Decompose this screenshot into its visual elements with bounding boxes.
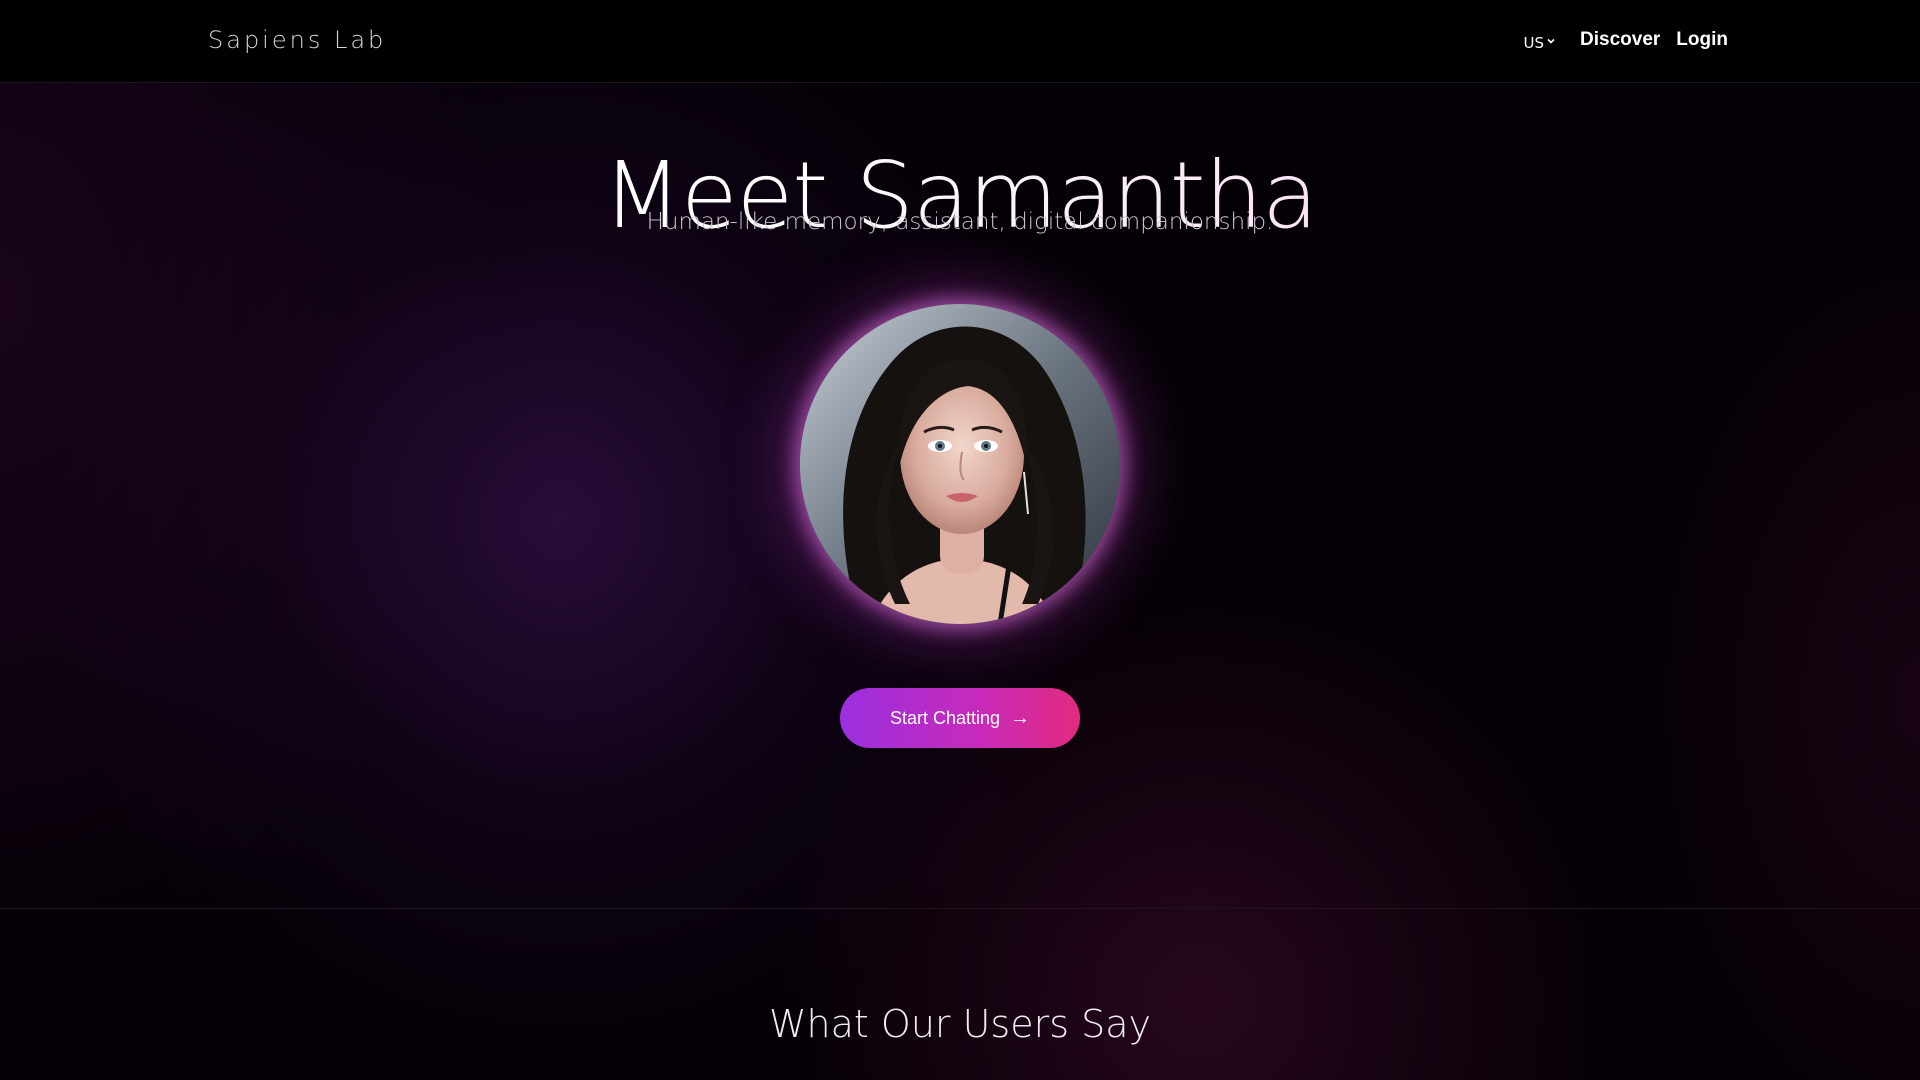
testimonials-title: What Our Users Say xyxy=(768,1001,1151,1046)
chevron-down-icon xyxy=(1547,38,1555,44)
hero-title: Meet Samantha xyxy=(0,136,1920,256)
avatar xyxy=(800,304,1120,624)
section-divider xyxy=(0,908,1920,909)
arrow-right-icon: → xyxy=(1010,707,1031,729)
nav-link-login[interactable]: Login xyxy=(1676,29,1728,51)
start-chatting-label: Start Chatting xyxy=(889,707,1001,728)
locale-selector[interactable]: US xyxy=(1524,28,1557,52)
avatar-portrait xyxy=(800,304,1120,624)
navbar: Sapiens Lab US Discover Login xyxy=(0,0,1920,83)
nav-menu: US Discover Login xyxy=(1524,28,1729,52)
nav-link-discover[interactable]: Discover xyxy=(1580,29,1660,51)
locale-label: US xyxy=(1523,34,1545,52)
brand-logo[interactable]: Sapiens Lab xyxy=(208,26,386,54)
hero-subtitle: Human-like memory, assistant, digital co… xyxy=(646,209,1274,235)
landing-page: Sapiens Lab US Discover Login Meet Saman… xyxy=(0,0,1920,1080)
start-chatting-button[interactable]: Start Chatting → xyxy=(840,688,1080,748)
